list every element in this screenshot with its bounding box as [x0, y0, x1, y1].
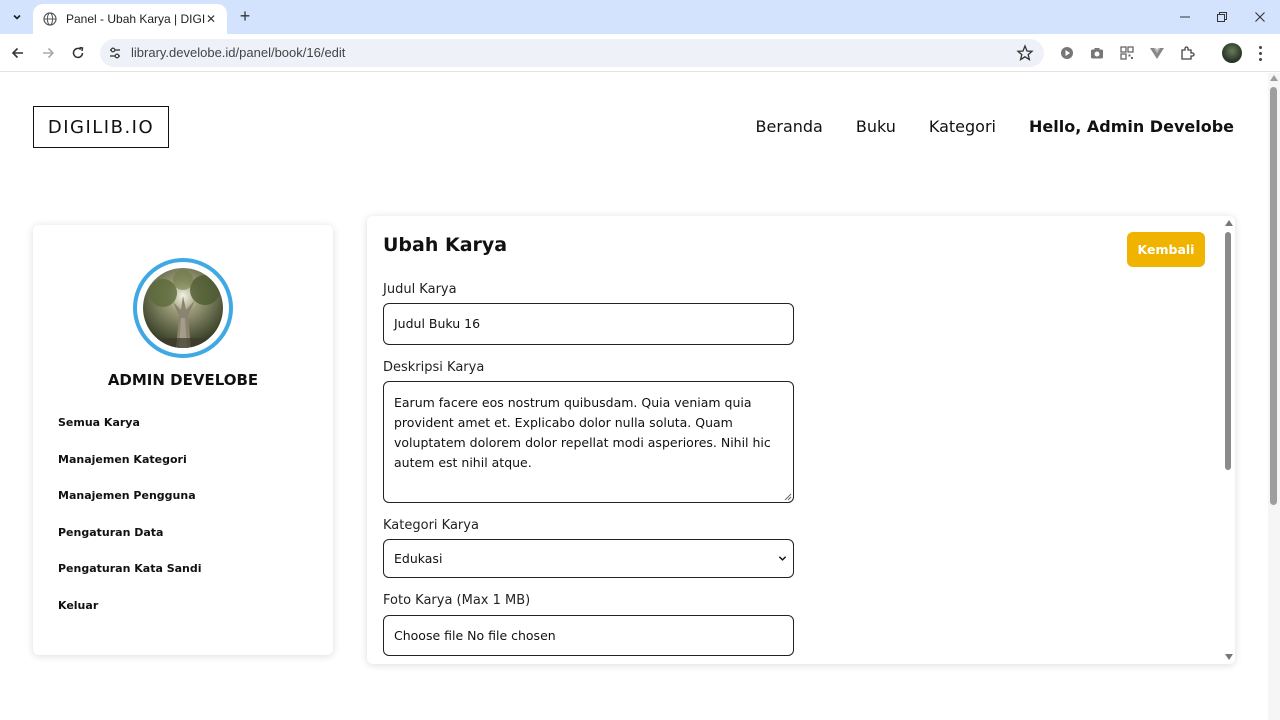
photo-field-label: Foto Karya (Max 1 MB) — [383, 593, 531, 608]
extension-play-icon — [1061, 47, 1073, 59]
browser-tab-bar: Panel - Ubah Karya | DIGILIB ✕ + — [0, 0, 1280, 34]
globe-icon — [43, 12, 57, 26]
page-scrollbar[interactable] — [1268, 73, 1280, 720]
arrow-left-icon — [11, 47, 23, 59]
chevron-down-icon — [778, 556, 787, 561]
minimize-button[interactable] — [1173, 6, 1197, 28]
back-button[interactable]: Kembali — [1127, 232, 1205, 267]
profile-picture — [143, 268, 223, 348]
new-tab-button[interactable]: + — [235, 7, 255, 27]
page-scrollbar-thumb[interactable] — [1270, 87, 1277, 505]
category-select[interactable]: Edukasi — [383, 539, 794, 578]
sidebar-item-all-works[interactable]: Semua Karya — [58, 415, 202, 452]
resize-handle-icon[interactable] — [784, 493, 792, 501]
sidebar-item-password-settings[interactable]: Pengaturan Kata Sandi — [58, 561, 202, 598]
category-select-value: Edukasi — [394, 551, 443, 566]
qr-code-icon — [1120, 46, 1134, 60]
nav-link-books[interactable]: Buku — [856, 117, 896, 136]
extensions-menu-button[interactable] — [1178, 44, 1196, 62]
scroll-up-arrow-icon[interactable] — [1225, 220, 1233, 226]
vue-devtools-button[interactable] — [1148, 44, 1166, 62]
sidebar-item-logout[interactable]: Keluar — [58, 598, 202, 635]
profile-picture-frame — [133, 258, 233, 358]
top-navigation: Beranda Buku Kategori Hello, Admin Devel… — [756, 117, 1234, 136]
qr-extension-button[interactable] — [1118, 44, 1136, 62]
reload-button[interactable] — [67, 42, 89, 64]
arrow-right-icon — [43, 47, 55, 59]
minimize-icon — [1180, 16, 1190, 18]
sidebar-item-category-management[interactable]: Manajemen Kategori — [58, 452, 202, 489]
title-input[interactable]: Judul Buku 16 — [383, 303, 794, 345]
photo-file-input[interactable]: Choose file No file chosen — [383, 615, 794, 656]
profile-name: ADMIN DEVELOBE — [107, 371, 259, 389]
edit-work-card: Ubah Karya Kembali Judul Karya Judul Buk… — [367, 216, 1235, 664]
close-icon — [1255, 12, 1265, 22]
tab-title: Panel - Ubah Karya | DIGILIB — [66, 12, 206, 26]
address-bar[interactable]: library.develobe.id/panel/book/16/edit — [100, 39, 1044, 67]
category-field-label: Kategori Karya — [383, 518, 479, 533]
title-field-label: Judul Karya — [383, 282, 457, 297]
browser-toolbar: library.develobe.id/panel/book/16/edit — [0, 34, 1280, 72]
site-settings-icon — [110, 47, 120, 59]
sidebar-item-data-settings[interactable]: Pengaturan Data — [58, 525, 202, 562]
restore-icon — [1217, 12, 1227, 22]
close-window-button[interactable] — [1248, 6, 1272, 28]
extension-button[interactable] — [1058, 44, 1076, 62]
close-tab-icon[interactable]: ✕ — [203, 11, 219, 27]
description-textarea[interactable]: Earum facere eos nostrum quibusdam. Quia… — [383, 381, 794, 503]
description-field-label: Deskripsi Karya — [383, 360, 485, 375]
tab-search-button[interactable] — [6, 6, 28, 28]
screenshot-extension-button[interactable] — [1088, 44, 1106, 62]
sidebar-card: ADMIN DEVELOBE Semua Karya Manajemen Kat… — [33, 225, 333, 655]
browser-menu-icon[interactable] — [1253, 43, 1267, 63]
chevron-down-icon — [13, 14, 21, 20]
card-scrollbar-thumb[interactable] — [1225, 232, 1231, 470]
browser-tab[interactable]: Panel - Ubah Karya | DIGILIB ✕ — [33, 4, 227, 34]
site-logo[interactable]: DIGILIB.IO — [33, 106, 169, 148]
scroll-down-arrow-icon[interactable] — [1225, 654, 1233, 660]
page-scroll-up-icon[interactable] — [1270, 75, 1278, 81]
sidebar-menu: Semua Karya Manajemen Kategori Manajemen… — [58, 415, 202, 635]
nav-link-categories[interactable]: Kategori — [929, 117, 996, 136]
camera-icon — [1091, 48, 1103, 59]
back-nav-button[interactable] — [7, 42, 29, 64]
bookmark-star-icon[interactable] — [1016, 44, 1034, 62]
forward-nav-button[interactable] — [37, 42, 59, 64]
restore-button[interactable] — [1210, 6, 1234, 28]
nav-link-home[interactable]: Beranda — [756, 117, 823, 136]
vue-icon — [1150, 48, 1164, 59]
user-greeting-link[interactable]: Hello, Admin Develobe — [1029, 117, 1234, 136]
sidebar-item-user-management[interactable]: Manajemen Pengguna — [58, 488, 202, 525]
card-scrollbar[interactable] — [1223, 216, 1235, 664]
profile-avatar[interactable] — [1222, 43, 1242, 63]
url-text: library.develobe.id/panel/book/16/edit — [131, 45, 346, 60]
puzzle-icon — [1181, 46, 1195, 60]
page-content: DIGILIB.IO Beranda Buku Kategori Hello, … — [0, 73, 1268, 720]
reload-icon — [72, 46, 84, 59]
tree-photo-icon — [143, 268, 223, 348]
page-title: Ubah Karya — [383, 234, 508, 256]
